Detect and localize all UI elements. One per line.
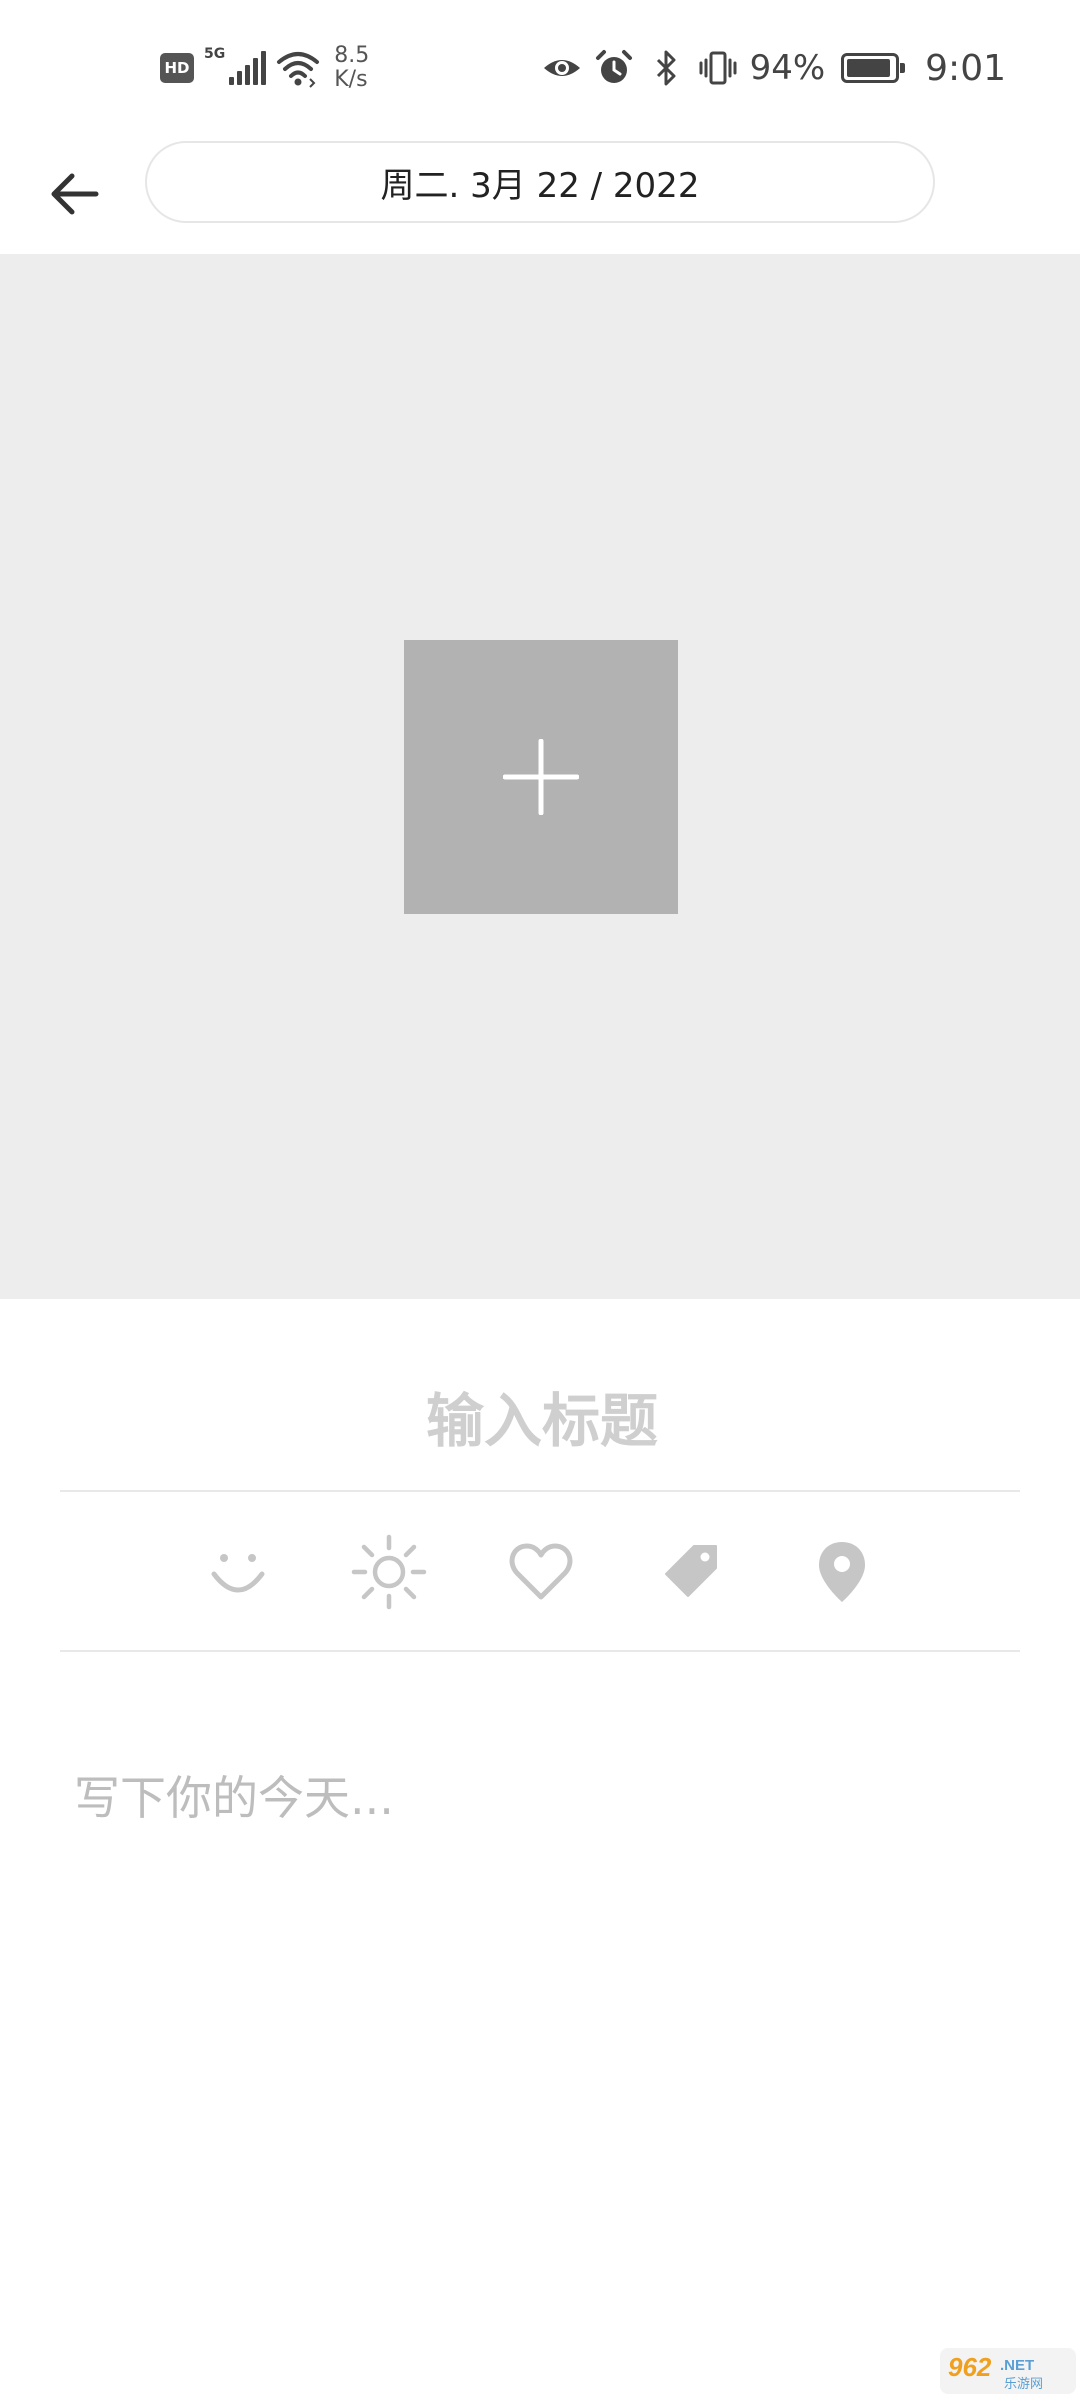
arrow-left-icon	[51, 173, 99, 215]
status-bar: HD 5G 8.5 K/s 94% 9:01	[0, 0, 1080, 130]
plus-icon	[503, 739, 579, 815]
tag-icon	[665, 1545, 717, 1597]
alarm-icon	[595, 50, 632, 83]
svg-text:乐游网: 乐游网	[1004, 2377, 1043, 2392]
date-selector[interactable]: 周二. 3月 22 / 2022	[145, 141, 935, 223]
location-icon	[819, 1542, 865, 1602]
mood-icon	[211, 1554, 265, 1593]
status-right: 94% 9:01	[542, 40, 1006, 96]
location-button[interactable]	[802, 1532, 882, 1612]
status-left: HD 5G 8.5 K/s	[160, 40, 369, 96]
weather-button[interactable]	[349, 1532, 429, 1612]
add-photo-button[interactable]	[404, 640, 678, 914]
hd-badge: HD	[160, 53, 194, 83]
network-speed: 8.5 K/s	[334, 44, 369, 92]
vibrate-icon	[699, 51, 737, 85]
toolbar	[60, 1492, 1020, 1650]
favorite-button[interactable]	[501, 1532, 581, 1612]
watermark-logo: 962 .NET 乐游网	[940, 2348, 1076, 2394]
network-type: 5G	[204, 46, 226, 62]
speed-unit: K/s	[334, 67, 368, 92]
tag-button[interactable]	[652, 1532, 732, 1612]
back-button[interactable]	[34, 154, 114, 234]
battery-fill	[847, 59, 891, 77]
battery-percent: 94%	[749, 48, 826, 88]
heart-icon	[509, 1543, 573, 1600]
header: 周二. 3月 22 / 2022	[0, 130, 1080, 254]
wifi-icon	[277, 52, 320, 88]
diary-body-input[interactable]	[72, 1760, 1016, 2264]
battery-icon	[841, 53, 906, 83]
divider-bottom	[60, 1650, 1020, 1652]
eye-icon	[543, 60, 580, 76]
svg-text:.NET: .NET	[1000, 2357, 1034, 2374]
speed-value: 8.5	[334, 43, 370, 68]
signal-icon	[229, 51, 267, 85]
bluetooth-icon	[656, 50, 676, 86]
svg-text:962: 962	[948, 2352, 992, 2382]
clock: 9:01	[925, 47, 1006, 89]
cover-image-area[interactable]	[0, 254, 1080, 1299]
title-input[interactable]	[60, 1370, 1024, 1472]
sun-icon	[351, 1534, 427, 1610]
mood-button[interactable]	[198, 1532, 278, 1612]
